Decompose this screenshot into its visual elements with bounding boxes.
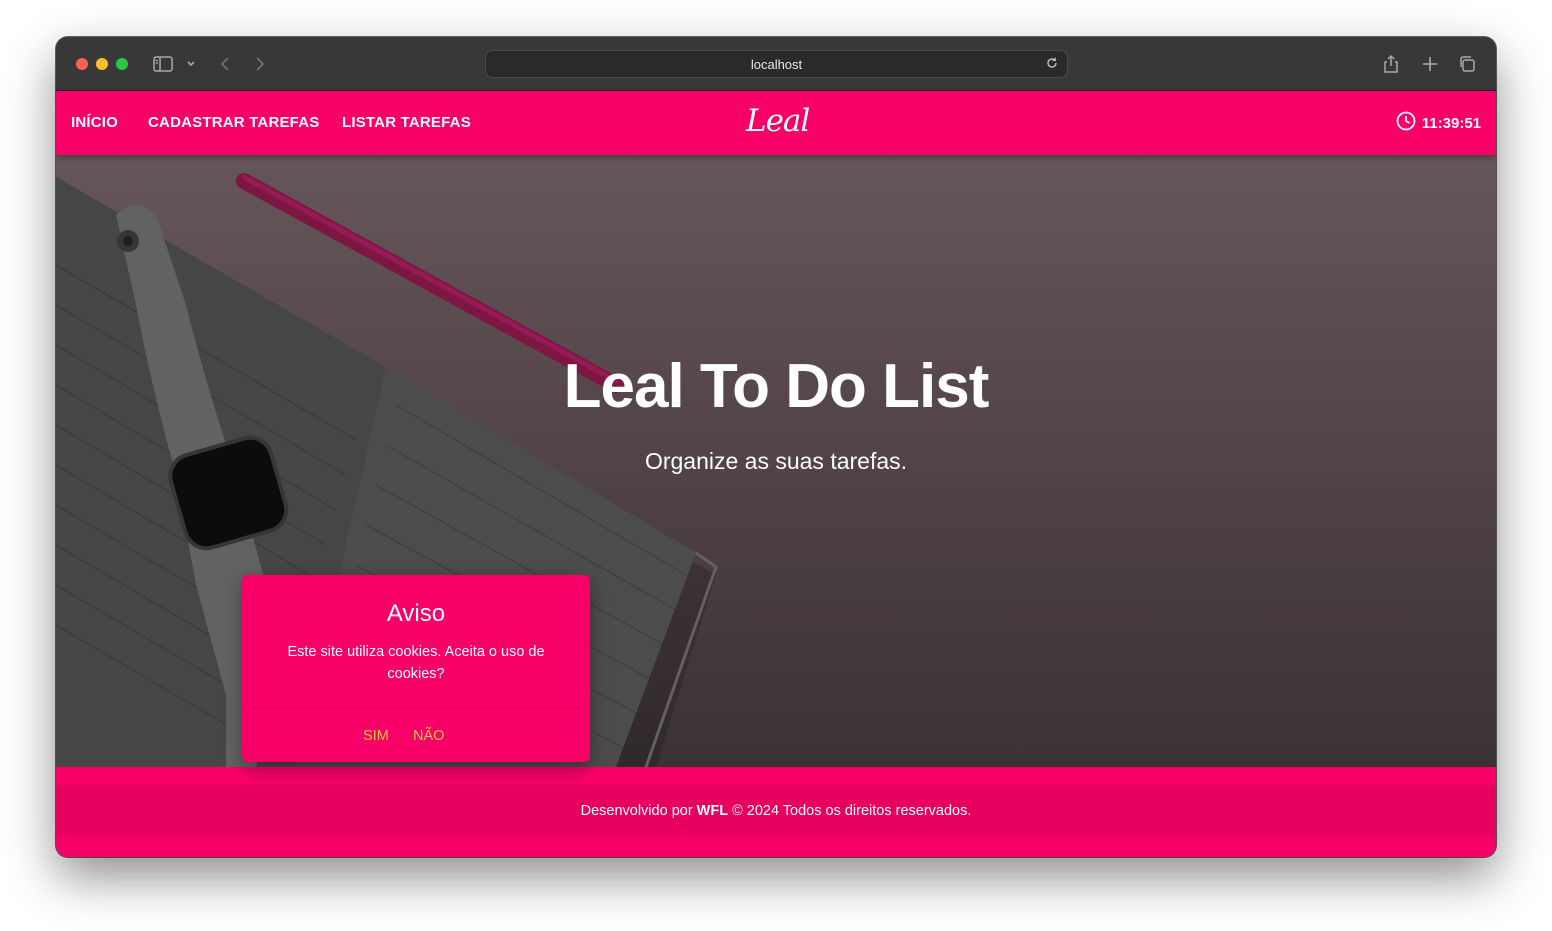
browser-window: localhost INÍCIO CADASTRAR TAREFAS LISTA…: [56, 37, 1496, 857]
clock-time: 11:39:51: [1421, 114, 1481, 132]
clock-icon: [1396, 111, 1416, 135]
tab-overview-icon[interactable]: [1458, 53, 1476, 75]
new-tab-icon[interactable]: [1422, 53, 1438, 75]
dialog-divider: [242, 707, 590, 708]
back-arrow-icon[interactable]: [219, 53, 231, 75]
accept-cookies-button[interactable]: SIM: [363, 728, 389, 744]
brand-logo[interactable]: Leal: [746, 103, 810, 139]
share-icon[interactable]: [1383, 53, 1399, 75]
chevron-down-icon[interactable]: [186, 53, 196, 75]
nav-link-inicio[interactable]: INÍCIO: [71, 114, 118, 131]
footer-text: Desenvolvido por WFL © 2024 Todos os dir…: [56, 785, 1496, 837]
address-bar[interactable]: localhost: [485, 50, 1068, 78]
footer-prefix: Desenvolvido por: [580, 803, 693, 819]
hero-title: Leal To Do List: [563, 352, 990, 421]
dialog-title: Aviso: [386, 600, 446, 627]
hero-subtitle: Organize as suas tarefas.: [644, 448, 908, 474]
footer-author: WFL: [696, 803, 729, 819]
clock: 11:39:51: [1396, 111, 1481, 135]
nav-link-listar-tarefas[interactable]: LISTAR TAREFAS: [342, 114, 471, 131]
reload-icon[interactable]: [1045, 56, 1059, 73]
cookie-consent-dialog: Aviso Este site utiliza cookies. Aceita …: [242, 575, 590, 762]
minimize-window-button[interactable]: [96, 58, 108, 70]
footer-copyright: © 2024 Todos os direitos reservados.: [732, 803, 972, 819]
nav-link-cadastrar-tarefas[interactable]: CADASTRAR TAREFAS: [148, 114, 319, 131]
browser-toolbar: localhost: [56, 37, 1496, 91]
address-bar-url: localhost: [750, 56, 803, 72]
forward-arrow-icon[interactable]: [254, 53, 266, 75]
site-navbar: INÍCIO CADASTRAR TAREFAS LISTAR TAREFAS …: [56, 91, 1496, 155]
close-window-button[interactable]: [76, 58, 88, 70]
dialog-message: Este site utiliza cookies. Aceita o uso …: [287, 644, 545, 682]
site-footer: Desenvolvido por WFL © 2024 Todos os dir…: [56, 767, 1496, 857]
sidebar-toggle-icon[interactable]: [153, 53, 173, 75]
maximize-window-button[interactable]: [116, 58, 128, 70]
decline-cookies-button[interactable]: NÃO: [413, 728, 444, 744]
